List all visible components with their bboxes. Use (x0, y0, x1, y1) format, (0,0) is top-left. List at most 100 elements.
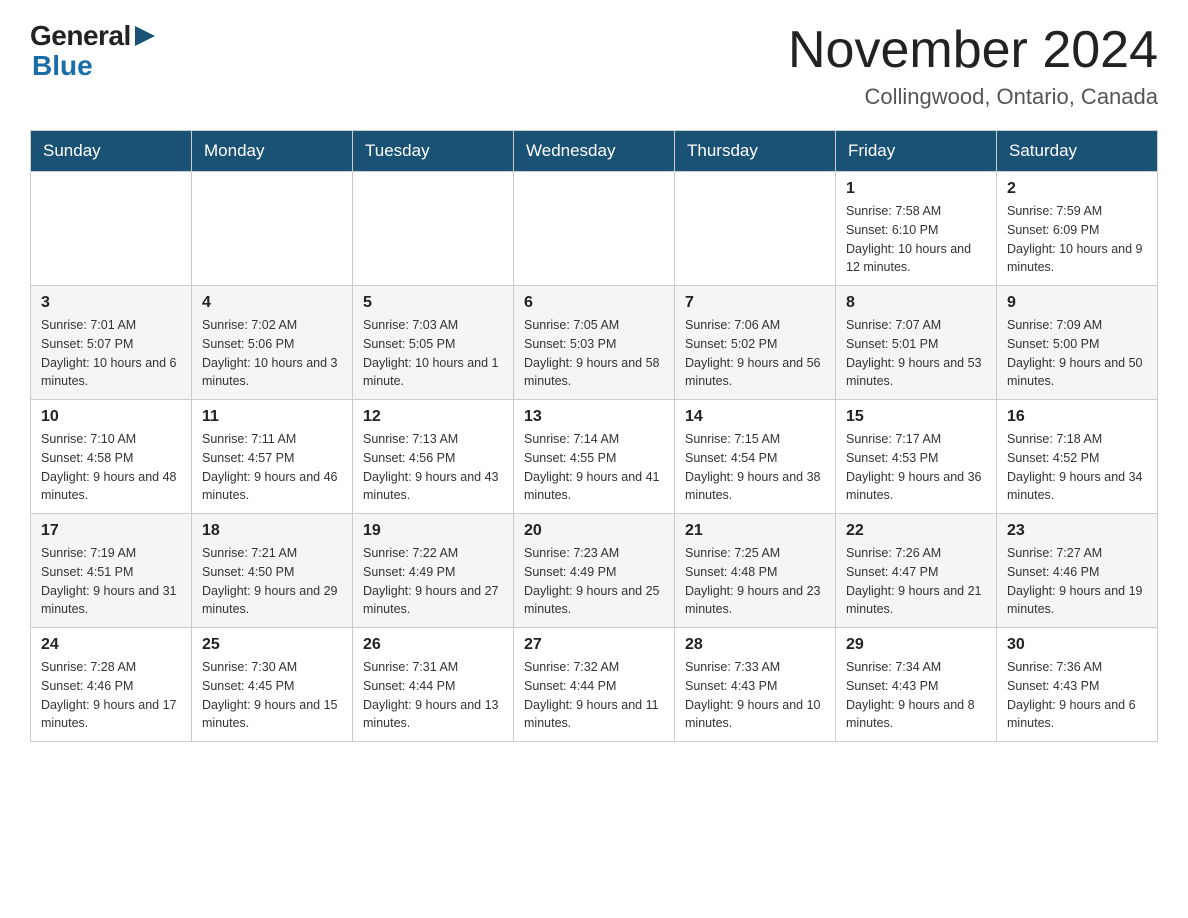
sunrise-text: Sunrise: 7:03 AM (363, 318, 458, 332)
day-info: Sunrise: 7:59 AM Sunset: 6:09 PM Dayligh… (1007, 202, 1147, 277)
table-row: 12 Sunrise: 7:13 AM Sunset: 4:56 PM Dayl… (353, 400, 514, 514)
sunset-text: Sunset: 5:05 PM (363, 337, 455, 351)
sunrise-text: Sunrise: 7:14 AM (524, 432, 619, 446)
table-row: 5 Sunrise: 7:03 AM Sunset: 5:05 PM Dayli… (353, 286, 514, 400)
day-info: Sunrise: 7:25 AM Sunset: 4:48 PM Dayligh… (685, 544, 825, 619)
daylight-text: Daylight: 9 hours and 19 minutes. (1007, 584, 1143, 617)
sunrise-text: Sunrise: 7:17 AM (846, 432, 941, 446)
sunset-text: Sunset: 4:48 PM (685, 565, 777, 579)
sunrise-text: Sunrise: 7:15 AM (685, 432, 780, 446)
sunrise-text: Sunrise: 7:33 AM (685, 660, 780, 674)
sunset-text: Sunset: 5:06 PM (202, 337, 294, 351)
table-row: 25 Sunrise: 7:30 AM Sunset: 4:45 PM Dayl… (192, 628, 353, 742)
sunrise-text: Sunrise: 7:28 AM (41, 660, 136, 674)
sunset-text: Sunset: 6:10 PM (846, 223, 938, 237)
sunrise-text: Sunrise: 7:07 AM (846, 318, 941, 332)
sunset-text: Sunset: 5:07 PM (41, 337, 133, 351)
sunrise-text: Sunrise: 7:58 AM (846, 204, 941, 218)
sunset-text: Sunset: 4:45 PM (202, 679, 294, 693)
daylight-text: Daylight: 9 hours and 53 minutes. (846, 356, 982, 389)
table-row: 17 Sunrise: 7:19 AM Sunset: 4:51 PM Dayl… (31, 514, 192, 628)
sunset-text: Sunset: 5:03 PM (524, 337, 616, 351)
sunset-text: Sunset: 4:49 PM (363, 565, 455, 579)
sunrise-text: Sunrise: 7:36 AM (1007, 660, 1102, 674)
table-row: 2 Sunrise: 7:59 AM Sunset: 6:09 PM Dayli… (997, 172, 1158, 286)
sunset-text: Sunset: 5:02 PM (685, 337, 777, 351)
sunset-text: Sunset: 4:44 PM (524, 679, 616, 693)
daylight-text: Daylight: 9 hours and 46 minutes. (202, 470, 338, 503)
header-thursday: Thursday (675, 131, 836, 172)
day-info: Sunrise: 7:02 AM Sunset: 5:06 PM Dayligh… (202, 316, 342, 391)
sunrise-text: Sunrise: 7:06 AM (685, 318, 780, 332)
table-row: 26 Sunrise: 7:31 AM Sunset: 4:44 PM Dayl… (353, 628, 514, 742)
daylight-text: Daylight: 9 hours and 41 minutes. (524, 470, 660, 503)
table-row: 16 Sunrise: 7:18 AM Sunset: 4:52 PM Dayl… (997, 400, 1158, 514)
header-wednesday: Wednesday (514, 131, 675, 172)
calendar-week-row: 17 Sunrise: 7:19 AM Sunset: 4:51 PM Dayl… (31, 514, 1158, 628)
day-number: 10 (41, 408, 181, 426)
page-header: General Blue November 2024 Collingwood, … (30, 20, 1158, 110)
weekday-header-row: Sunday Monday Tuesday Wednesday Thursday… (31, 131, 1158, 172)
table-row (31, 172, 192, 286)
calendar-week-row: 1 Sunrise: 7:58 AM Sunset: 6:10 PM Dayli… (31, 172, 1158, 286)
daylight-text: Daylight: 9 hours and 13 minutes. (363, 698, 499, 731)
day-info: Sunrise: 7:30 AM Sunset: 4:45 PM Dayligh… (202, 658, 342, 733)
daylight-text: Daylight: 9 hours and 25 minutes. (524, 584, 660, 617)
day-number: 2 (1007, 180, 1147, 198)
sunrise-text: Sunrise: 7:23 AM (524, 546, 619, 560)
table-row: 13 Sunrise: 7:14 AM Sunset: 4:55 PM Dayl… (514, 400, 675, 514)
table-row: 29 Sunrise: 7:34 AM Sunset: 4:43 PM Dayl… (836, 628, 997, 742)
sunset-text: Sunset: 4:52 PM (1007, 451, 1099, 465)
sunset-text: Sunset: 4:50 PM (202, 565, 294, 579)
sunrise-text: Sunrise: 7:02 AM (202, 318, 297, 332)
daylight-text: Daylight: 9 hours and 36 minutes. (846, 470, 982, 503)
sunset-text: Sunset: 4:53 PM (846, 451, 938, 465)
day-info: Sunrise: 7:09 AM Sunset: 5:00 PM Dayligh… (1007, 316, 1147, 391)
daylight-text: Daylight: 10 hours and 3 minutes. (202, 356, 338, 389)
day-number: 18 (202, 522, 342, 540)
table-row (353, 172, 514, 286)
calendar-week-row: 24 Sunrise: 7:28 AM Sunset: 4:46 PM Dayl… (31, 628, 1158, 742)
sunset-text: Sunset: 6:09 PM (1007, 223, 1099, 237)
day-info: Sunrise: 7:36 AM Sunset: 4:43 PM Dayligh… (1007, 658, 1147, 733)
table-row: 15 Sunrise: 7:17 AM Sunset: 4:53 PM Dayl… (836, 400, 997, 514)
daylight-text: Daylight: 9 hours and 50 minutes. (1007, 356, 1143, 389)
table-row (192, 172, 353, 286)
day-number: 30 (1007, 636, 1147, 654)
sunset-text: Sunset: 4:46 PM (1007, 565, 1099, 579)
day-info: Sunrise: 7:58 AM Sunset: 6:10 PM Dayligh… (846, 202, 986, 277)
day-info: Sunrise: 7:15 AM Sunset: 4:54 PM Dayligh… (685, 430, 825, 505)
day-number: 7 (685, 294, 825, 312)
sunset-text: Sunset: 5:01 PM (846, 337, 938, 351)
day-info: Sunrise: 7:14 AM Sunset: 4:55 PM Dayligh… (524, 430, 664, 505)
day-info: Sunrise: 7:31 AM Sunset: 4:44 PM Dayligh… (363, 658, 503, 733)
sunrise-text: Sunrise: 7:05 AM (524, 318, 619, 332)
day-number: 14 (685, 408, 825, 426)
logo-general-text: General (30, 20, 131, 52)
day-number: 17 (41, 522, 181, 540)
table-row: 21 Sunrise: 7:25 AM Sunset: 4:48 PM Dayl… (675, 514, 836, 628)
sunrise-text: Sunrise: 7:11 AM (202, 432, 296, 446)
day-info: Sunrise: 7:11 AM Sunset: 4:57 PM Dayligh… (202, 430, 342, 505)
day-number: 20 (524, 522, 664, 540)
day-number: 21 (685, 522, 825, 540)
table-row: 27 Sunrise: 7:32 AM Sunset: 4:44 PM Dayl… (514, 628, 675, 742)
table-row: 4 Sunrise: 7:02 AM Sunset: 5:06 PM Dayli… (192, 286, 353, 400)
daylight-text: Daylight: 9 hours and 17 minutes. (41, 698, 177, 731)
day-number: 1 (846, 180, 986, 198)
day-number: 23 (1007, 522, 1147, 540)
day-info: Sunrise: 7:13 AM Sunset: 4:56 PM Dayligh… (363, 430, 503, 505)
calendar-table: Sunday Monday Tuesday Wednesday Thursday… (30, 130, 1158, 742)
sunrise-text: Sunrise: 7:27 AM (1007, 546, 1102, 560)
day-info: Sunrise: 7:28 AM Sunset: 4:46 PM Dayligh… (41, 658, 181, 733)
daylight-text: Daylight: 9 hours and 56 minutes. (685, 356, 821, 389)
sunrise-text: Sunrise: 7:32 AM (524, 660, 619, 674)
calendar-title: November 2024 (788, 20, 1158, 80)
day-info: Sunrise: 7:32 AM Sunset: 4:44 PM Dayligh… (524, 658, 664, 733)
daylight-text: Daylight: 9 hours and 43 minutes. (363, 470, 499, 503)
table-row: 19 Sunrise: 7:22 AM Sunset: 4:49 PM Dayl… (353, 514, 514, 628)
day-number: 8 (846, 294, 986, 312)
day-number: 24 (41, 636, 181, 654)
header-sunday: Sunday (31, 131, 192, 172)
day-number: 3 (41, 294, 181, 312)
